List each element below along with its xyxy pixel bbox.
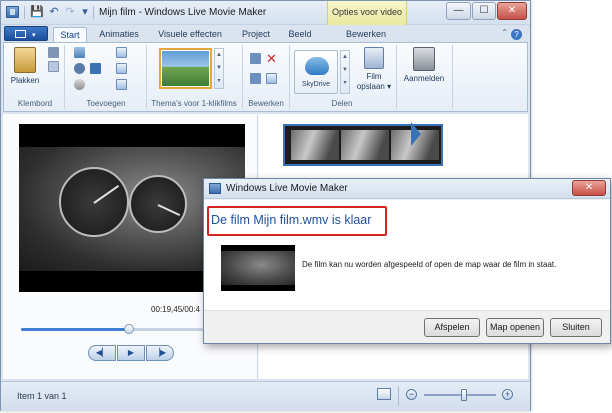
clip-end-arrow xyxy=(411,122,421,146)
clip-frame xyxy=(291,130,339,160)
storyboard-view-icon[interactable] xyxy=(377,388,391,400)
maximize-button[interactable]: ☐ xyxy=(472,2,496,20)
application-menu-button[interactable]: ▾ xyxy=(4,26,48,41)
separator xyxy=(398,386,399,406)
dialog-title: Windows Live Movie Maker xyxy=(226,183,348,194)
ribbon: Plakken Klembord Toevoegen ▲ ▼ ▾ Thema's v… xyxy=(3,42,528,112)
group-label-themes: Thema's voor 1-klikfilms xyxy=(151,99,237,108)
zoom-in-icon[interactable]: + xyxy=(502,389,513,400)
seek-progress xyxy=(21,328,130,331)
status-bar: Item 1 van 1 − + xyxy=(1,381,530,411)
play-button[interactable]: ▶ xyxy=(117,345,145,361)
transport-controls: ◀▏ ▶ ▕▶ xyxy=(88,345,178,363)
video-options-context-header: Opties voor video xyxy=(327,1,407,25)
group-label-share: Delen xyxy=(331,99,353,108)
zoom-out-icon[interactable]: − xyxy=(406,389,417,400)
redo-icon[interactable]: ↷ xyxy=(63,5,77,19)
save-movie-icon[interactable] xyxy=(364,47,384,69)
zoom-slider[interactable] xyxy=(424,389,496,401)
movie-thumbnail xyxy=(221,245,295,291)
tab-project[interactable]: Project xyxy=(237,27,275,42)
item-count: Item 1 van 1 xyxy=(17,391,67,401)
dialog-heading: De film Mijn film.wmv is klaar xyxy=(211,213,372,227)
quick-access-dropdown-icon[interactable]: ▾ xyxy=(78,5,92,19)
tab-start[interactable]: Start xyxy=(53,27,87,42)
separator xyxy=(64,45,65,109)
open-folder-button[interactable]: Map openen xyxy=(486,318,544,337)
tab-bewerken[interactable]: Bewerken xyxy=(337,27,395,42)
seek-thumb[interactable] xyxy=(124,324,135,334)
webcam-icon[interactable] xyxy=(74,79,85,90)
save-icon[interactable]: 💾 xyxy=(30,5,44,19)
app-icon[interactable] xyxy=(6,6,19,18)
skydrive-button[interactable]: SkyDrive xyxy=(294,50,338,94)
skydrive-label: SkyDrive xyxy=(301,81,330,88)
add-more-icon[interactable] xyxy=(90,63,101,74)
add-video-icon[interactable] xyxy=(74,47,85,58)
movie-ready-dialog: Windows Live Movie Maker ✕ De film Mijn … xyxy=(203,178,611,344)
tab-beeld[interactable]: Beeld xyxy=(283,27,317,42)
dialog-message: De film kan nu worden afgespeeld of open… xyxy=(302,260,557,269)
theme-gallery-scroll[interactable]: ▲ ▼ ▾ xyxy=(214,48,224,89)
app-icon xyxy=(209,183,221,194)
group-label-add: Toevoegen xyxy=(86,99,126,108)
minimize-button[interactable]: — xyxy=(446,2,471,20)
tab-animaties[interactable]: Animaties xyxy=(94,27,144,42)
rotate-left-icon[interactable] xyxy=(250,53,261,64)
music-icon[interactable] xyxy=(74,63,85,74)
dialog-title-bar: Windows Live Movie Maker ✕ xyxy=(204,179,610,199)
select-all-icon[interactable] xyxy=(266,73,277,84)
timecode: 00:19,45/00:4 xyxy=(151,305,200,314)
save-movie-label-dropdown[interactable]: opslaan ▾ xyxy=(352,82,396,91)
share-gallery-scroll[interactable]: ▲ ▼ ▾ xyxy=(340,50,350,94)
zoom-thumb[interactable] xyxy=(460,389,467,401)
clip-frame xyxy=(341,130,389,160)
undo-icon[interactable]: ↶ xyxy=(47,5,61,19)
title-icon[interactable] xyxy=(116,47,127,58)
group-label-edit: Bewerken xyxy=(248,99,284,108)
separator xyxy=(289,45,290,109)
caption-icon[interactable] xyxy=(116,63,127,74)
help-icon[interactable]: ? xyxy=(511,29,522,40)
copy-icon[interactable] xyxy=(48,61,59,72)
close-button[interactable]: ✕ xyxy=(497,2,527,20)
save-movie-label[interactable]: Film xyxy=(356,72,392,81)
thumbnail-frame xyxy=(221,251,295,285)
credits-icon[interactable] xyxy=(116,79,127,90)
separator xyxy=(396,45,397,109)
title-bar: 💾 ↶ ↷ ▾ Mijn film - Windows Live Movie M… xyxy=(1,1,530,25)
ribbon-tabs: ▾ Start Animaties Visuele effecten Proje… xyxy=(1,25,530,42)
chevron-down-icon: ▾ xyxy=(32,32,36,39)
separator xyxy=(452,45,453,109)
close-dialog-button[interactable]: Sluiten xyxy=(550,318,602,337)
play-movie-button[interactable]: Afspelen xyxy=(424,318,480,337)
separator xyxy=(242,45,243,109)
separator xyxy=(24,6,25,19)
user-icon[interactable] xyxy=(413,47,435,71)
paste-button-label[interactable]: Plakken xyxy=(8,76,42,85)
dialog-footer: Afspelen Map openen Sluiten xyxy=(204,310,610,343)
group-label-clipboard: Klembord xyxy=(17,99,53,108)
rotate-right-icon[interactable] xyxy=(250,73,261,84)
menu-icon xyxy=(15,30,26,38)
theme-thumbnail[interactable] xyxy=(159,48,212,89)
sign-in-label[interactable]: Aanmelden xyxy=(400,74,448,83)
dialog-body: De film Mijn film.wmv is klaar De film k… xyxy=(204,200,610,310)
remove-icon[interactable]: ✕ xyxy=(266,52,277,65)
separator xyxy=(93,6,94,19)
cut-icon[interactable] xyxy=(48,47,59,58)
dialog-close-button[interactable]: ✕ xyxy=(572,180,606,196)
next-frame-button[interactable]: ▕▶ xyxy=(146,345,174,361)
paste-icon[interactable] xyxy=(14,47,36,73)
ribbon-minimize-icon[interactable]: ⌃ xyxy=(501,28,508,37)
window-title: Mijn film - Windows Live Movie Maker xyxy=(99,7,267,18)
skydrive-icon xyxy=(305,57,329,75)
tab-visuele-effecten[interactable]: Visuele effecten xyxy=(151,27,229,42)
previous-frame-button[interactable]: ◀▏ xyxy=(88,345,116,361)
